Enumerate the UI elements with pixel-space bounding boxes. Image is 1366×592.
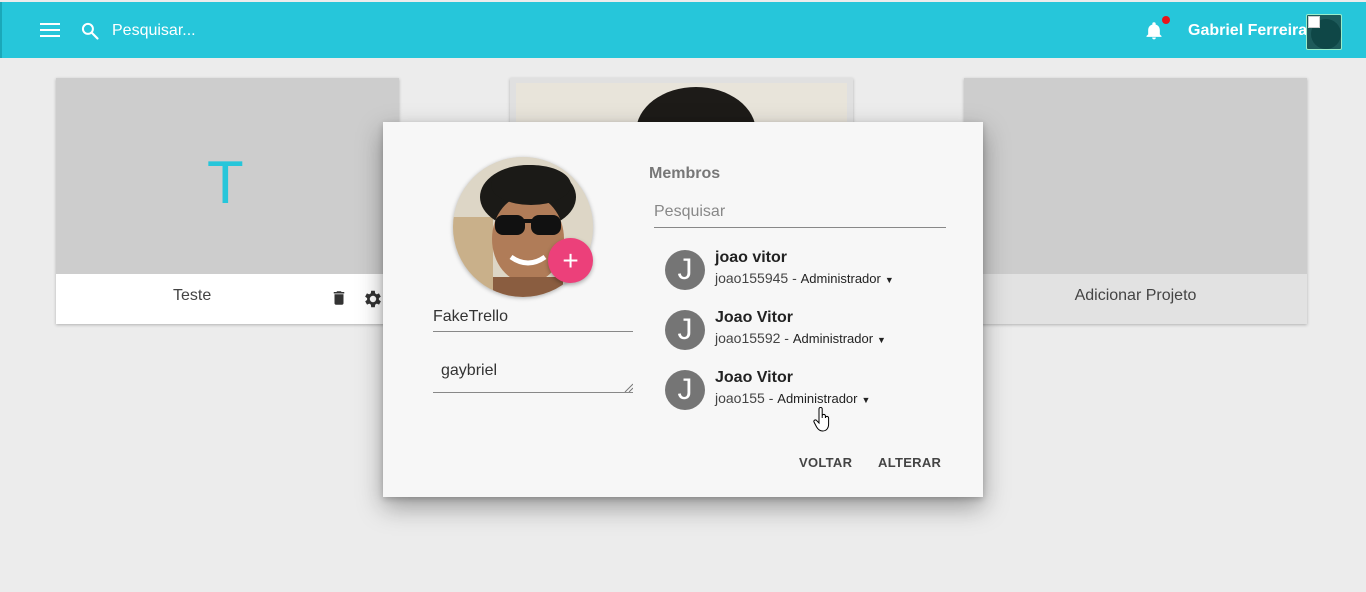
- member-info: joao155 - Administrador ▼: [715, 390, 870, 406]
- project-cover: [964, 78, 1307, 274]
- trash-icon[interactable]: [330, 288, 348, 308]
- member-avatar: J: [665, 250, 705, 290]
- member-name: Joao Vitor: [715, 309, 793, 326]
- member-role-select[interactable]: Administrador ▼: [777, 391, 870, 406]
- edit-project-dialog: + gaybriel Membros J joao vitor joao1559…: [383, 122, 983, 497]
- add-photo-button[interactable]: +: [548, 238, 593, 283]
- member-name: joao vitor: [715, 249, 788, 266]
- member-login: joao155945 -: [715, 270, 797, 286]
- member-role-label: Administrador: [777, 391, 858, 406]
- member-avatar: J: [665, 370, 705, 410]
- member-role-label: Administrador: [800, 271, 881, 286]
- members-search-input[interactable]: [654, 196, 946, 228]
- member-item: J joao vitor joao155945 - Administrador ▼: [665, 249, 965, 294]
- notification-dot: [1162, 16, 1170, 24]
- save-button[interactable]: ALTERAR: [878, 455, 941, 470]
- member-info: joao15592 - Administrador ▼: [715, 330, 886, 346]
- user-name[interactable]: Gabriel Ferreira: [1188, 22, 1307, 40]
- menu-icon[interactable]: [40, 23, 60, 37]
- resize-grip-icon[interactable]: [623, 382, 633, 392]
- project-cover: T: [56, 78, 399, 274]
- user-avatar[interactable]: [1306, 14, 1342, 50]
- members-title: Membros: [649, 165, 721, 182]
- top-app-bar: Gabriel Ferreira: [0, 2, 1366, 58]
- hand-cursor-icon: [813, 407, 830, 432]
- member-role-label: Administrador: [792, 331, 874, 346]
- member-login: joao15592 -: [715, 330, 789, 346]
- add-project-card[interactable]: Adicionar Projeto: [964, 78, 1307, 324]
- project-title: Teste: [173, 287, 212, 304]
- member-name: Joao Vitor: [715, 369, 793, 386]
- back-button[interactable]: VOLTAR: [799, 455, 852, 470]
- gear-icon[interactable]: [362, 288, 384, 310]
- broken-image-icon: [1308, 16, 1320, 28]
- member-item: J Joao Vitor joao15592 - Administrador ▼: [665, 309, 965, 354]
- member-role-select[interactable]: Administrador ▼: [793, 331, 886, 346]
- member-info: joao155945 - Administrador ▼: [715, 270, 894, 286]
- add-project-label: Adicionar Projeto: [1074, 287, 1197, 304]
- member-login: joao155 -: [715, 390, 774, 406]
- caret-down-icon: ▼: [877, 335, 886, 345]
- caret-down-icon: ▼: [884, 275, 894, 285]
- member-avatar: J: [665, 310, 705, 350]
- search-icon[interactable]: [80, 21, 100, 41]
- caret-down-icon: ▼: [861, 395, 871, 405]
- project-name-field[interactable]: [433, 302, 633, 332]
- project-card[interactable]: T Teste: [56, 78, 399, 324]
- notification-bell-icon[interactable]: [1144, 20, 1164, 42]
- search-input[interactable]: [112, 18, 412, 44]
- project-initial: T: [207, 149, 244, 216]
- member-role-select[interactable]: Administrador ▼: [801, 271, 894, 286]
- project-description-field[interactable]: gaybriel: [433, 362, 633, 393]
